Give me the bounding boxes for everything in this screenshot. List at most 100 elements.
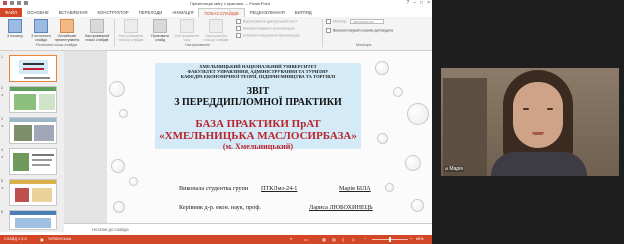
report-subtitle: З ПЕРЕДДИПЛОМНОЇ ПРАКТИКИ xyxy=(174,97,342,108)
notes-toggle-icon[interactable]: ≡ xyxy=(290,237,292,241)
participant-mouth xyxy=(532,132,544,135)
slide-editing-area: ХМЕЛЬНИЦЬКИЙ НАЦІОНАЛЬНИЙ УНІВЕРСИТЕТ ФА… xyxy=(64,51,432,223)
group-separator xyxy=(322,19,323,47)
tab-file[interactable]: ФАЙЛ xyxy=(0,8,22,17)
minimize-icon[interactable]: – xyxy=(413,0,416,7)
slideshow-current-icon xyxy=(34,19,48,33)
slide-sorter-icon[interactable]: ▤ xyxy=(332,237,336,242)
redo-icon[interactable] xyxy=(24,1,28,5)
slide-thumbnail-4[interactable] xyxy=(9,148,57,175)
show-media-controls-checkbox[interactable]: Елементи керування мультимедіа xyxy=(236,33,300,38)
zoom-slider-thumb[interactable] xyxy=(389,237,391,242)
help-icon[interactable]: ? xyxy=(406,0,409,7)
tab-view[interactable]: ВИГЛЯД xyxy=(290,8,317,17)
student-group: ПТКЛмз-24-1 xyxy=(261,185,298,192)
hide-slide-button[interactable]: Приховати слайд xyxy=(147,19,173,42)
slide-thumbnail-pane[interactable]: 1 2 ★ 3 ★ 4 ★ 5 ★ 6 xyxy=(0,51,65,232)
water-drop-decoration xyxy=(119,109,128,118)
present-online-button[interactable]: Онлайнове презентування xyxy=(54,19,80,42)
zoom-in-icon[interactable]: + xyxy=(410,237,412,241)
hide-slide-label: Приховати слайд xyxy=(151,34,169,43)
language-indicator[interactable]: УКРАЇНСЬКА xyxy=(48,237,71,241)
tab-slide-show[interactable]: ПОКАЗ СЛАЙДІВ xyxy=(198,8,245,17)
slide-number: 3 xyxy=(1,117,3,121)
tab-design[interactable]: КОНСТРУКТОР xyxy=(93,8,134,17)
participant-eye xyxy=(523,108,529,110)
water-drop-decoration xyxy=(393,87,403,97)
monitor-dropdown[interactable]: Автоматично xyxy=(350,19,384,24)
normal-view-icon[interactable]: ▦ xyxy=(322,237,326,242)
animation-star-icon: ★ xyxy=(1,186,4,190)
from-beginning-button[interactable]: З початку xyxy=(2,19,28,38)
record-slide-show-label: Записування показу слайдів xyxy=(203,34,229,43)
present-online-label: Онлайнове презентування xyxy=(54,34,80,43)
status-bar: СЛАЙД 1 З 6 ▣ УКРАЇНСЬКА ≡ ▭ ▦ ▤ ▯ ▷ − +… xyxy=(0,235,432,244)
water-drop-decoration xyxy=(385,183,394,192)
group-label-setup: Настроювання xyxy=(185,43,210,47)
notes-placeholder: Нотатки до слайда xyxy=(92,227,129,232)
presenter-view-checkbox[interactable]: Використовувати режим доповідача xyxy=(326,28,393,33)
participant-face xyxy=(513,82,563,148)
quick-access-toolbar xyxy=(3,1,28,5)
slide-number: 6 xyxy=(1,210,3,214)
student-name: Марія БІЛА xyxy=(339,185,371,192)
zoom-level[interactable]: 66% xyxy=(416,237,424,241)
rehearse-timings-label: Настроювання часу xyxy=(174,34,200,43)
tab-animations[interactable]: АНІМАЦІЯ xyxy=(167,8,198,17)
water-drop-decoration xyxy=(377,133,388,144)
custom-show-icon xyxy=(90,19,104,33)
water-drop-decoration xyxy=(375,61,389,75)
slide-thumbnail-2[interactable] xyxy=(9,86,57,113)
tab-home[interactable]: ОСНОВНЕ xyxy=(22,8,54,17)
supervisor-name: Лариса ЛЮБОХИНЕЦЬ xyxy=(309,204,373,211)
from-current-slide-button[interactable]: З поточного слайда xyxy=(28,19,54,42)
monitor-label: Монітор: xyxy=(326,19,347,24)
water-drop-decoration xyxy=(113,201,125,213)
undo-icon[interactable] xyxy=(17,1,21,5)
powerpoint-logo-icon xyxy=(3,1,7,5)
set-up-slide-show-button[interactable]: Настроювання показу слайдів xyxy=(116,19,146,42)
department-name: КАФЕДРА ЕКОНОМІЧНОЇ ТЕОРІЇ, ПІДПРИЄМНИЦТ… xyxy=(180,74,336,79)
close-icon[interactable]: × xyxy=(427,0,430,7)
video-background-door xyxy=(443,78,487,176)
save-icon[interactable] xyxy=(10,1,14,5)
company-name: «ХМЕЛЬНИЦЬКА МАСЛОСИРБАЗА» xyxy=(159,130,357,142)
group-separator xyxy=(114,19,115,47)
slide-number: 2 xyxy=(1,86,3,90)
setup-show-icon xyxy=(124,19,138,33)
participant-name-label: Марія xyxy=(449,166,464,172)
spelling-icon[interactable]: ▣ xyxy=(40,237,44,242)
water-drop-decoration xyxy=(405,155,421,171)
water-drop-decoration xyxy=(411,199,424,212)
slide-thumbnail-1[interactable] xyxy=(9,55,57,82)
window-title: Презентація звіту з практики — PowerPoin… xyxy=(190,1,270,6)
animation-star-icon: ★ xyxy=(1,124,4,128)
use-timings-checkbox[interactable]: Використовувати хронометраж xyxy=(236,26,295,31)
ribbon-panel: З початку З поточного слайда Онлайнове п… xyxy=(0,17,432,51)
tab-review[interactable]: РЕЦЕНЗУВАННЯ xyxy=(245,8,290,17)
rehearse-timings-button[interactable]: Настроювання часу xyxy=(174,19,200,42)
zoom-out-icon[interactable]: − xyxy=(364,237,366,241)
record-slide-show-button[interactable]: Записування показу слайдів xyxy=(201,19,231,42)
slide-thumbnail-6[interactable] xyxy=(9,210,57,230)
tab-transitions[interactable]: ПЕРЕХОДИ xyxy=(134,8,168,17)
hide-slide-icon xyxy=(153,19,167,33)
play-narrations-checkbox[interactable]: Відтворювати дикторський текст xyxy=(236,19,297,24)
custom-slide-show-button[interactable]: Настроюваний показ слайдів xyxy=(82,19,112,42)
participant-shirt xyxy=(491,152,587,176)
from-current-slide-label: З поточного слайда xyxy=(31,34,51,43)
slide-number: 4 xyxy=(1,148,3,152)
tab-insert[interactable]: ВСТАВЛЕННЯ xyxy=(54,8,93,17)
reading-view-icon[interactable]: ▯ xyxy=(342,237,344,242)
comments-toggle-icon[interactable]: ▭ xyxy=(304,237,308,242)
slide-thumbnail-5[interactable] xyxy=(9,179,57,206)
slide-thumbnail-3[interactable] xyxy=(9,117,57,144)
maximize-icon[interactable]: □ xyxy=(420,0,423,7)
present-online-icon xyxy=(60,19,74,33)
animation-star-icon: ★ xyxy=(1,93,4,97)
slide-show-view-icon[interactable]: ▷ xyxy=(352,237,355,242)
current-slide[interactable]: ХМЕЛЬНИЦЬКИЙ НАЦІОНАЛЬНИЙ УНІВЕРСИТЕТ ФА… xyxy=(107,51,432,223)
participant-video-tile[interactable]: ⌀ Марія xyxy=(441,68,619,176)
water-drop-decoration xyxy=(109,81,125,97)
set-up-slide-show-label: Настроювання показу слайдів xyxy=(118,34,144,43)
